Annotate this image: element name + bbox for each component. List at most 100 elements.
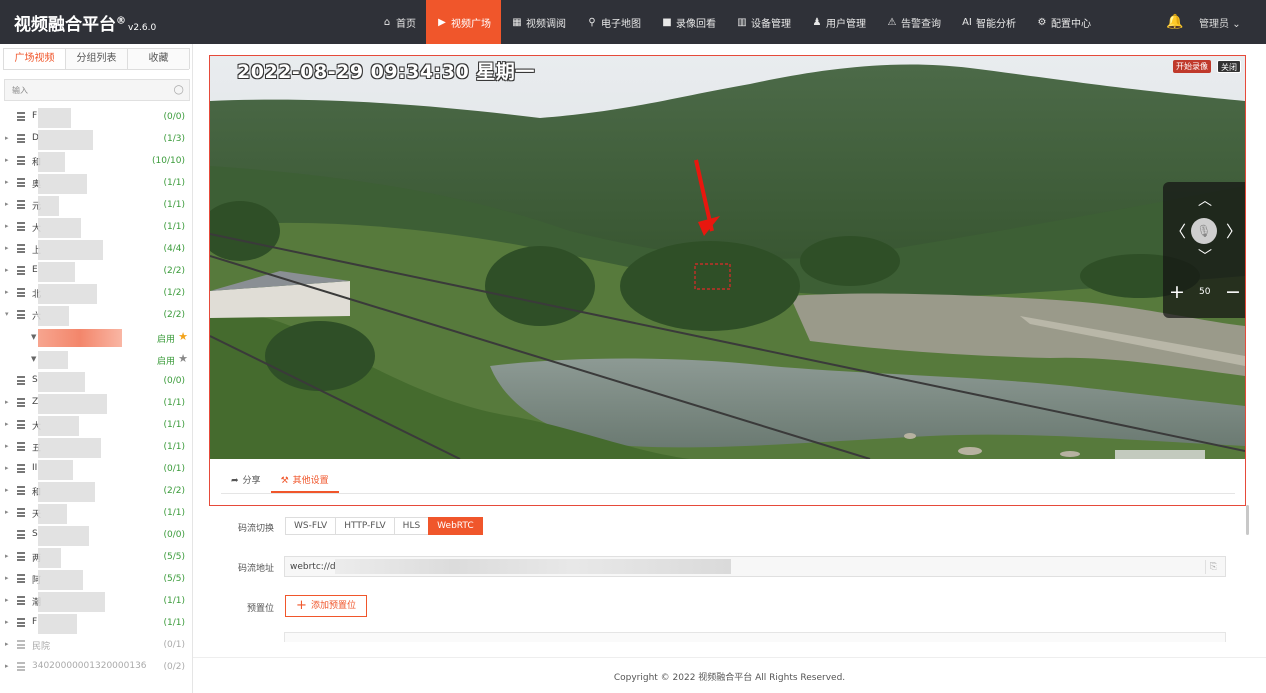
redacted-url xyxy=(335,559,731,574)
channel-item[interactable]: ▼ 启用 ★ xyxy=(0,327,192,349)
expand-arrow-icon[interactable]: ▸ xyxy=(5,596,9,604)
user-icon: ♟ xyxy=(812,16,822,28)
expand-arrow-icon[interactable]: ▸ xyxy=(5,398,9,406)
tree-node-name: F xyxy=(32,617,38,627)
expand-arrow-icon[interactable]: ▸ xyxy=(5,222,9,230)
stream-option-ws-flv[interactable]: WS-FLV xyxy=(285,517,337,535)
expand-arrow-icon[interactable]: ▸ xyxy=(5,266,9,274)
nav-item-4[interactable]: ■ 录像回看 xyxy=(651,0,726,44)
expand-arrow-icon[interactable]: ▸ xyxy=(5,178,9,186)
stream-option-hls[interactable]: HLS xyxy=(393,517,430,535)
ptz-right-icon[interactable]: 〉 xyxy=(1226,218,1242,242)
nav-item-1[interactable]: ▶ 视频广场 xyxy=(426,0,501,44)
tree-node[interactable]: ▸ E (2/2) xyxy=(0,261,192,283)
add-preset-button[interactable]: + 添加预置位 xyxy=(285,595,367,617)
star-icon[interactable]: ★ xyxy=(178,352,188,365)
tree-node[interactable]: F (0/0) xyxy=(0,107,192,129)
tree-node-count: (1/1) xyxy=(163,508,185,518)
tree-node[interactable]: S (0/0) xyxy=(0,525,192,547)
zoom-in-icon[interactable]: + xyxy=(1169,281,1185,303)
tree-node[interactable]: ▸ Z (1/1) xyxy=(0,393,192,415)
nav-item-6[interactable]: ♟ 用户管理 xyxy=(801,0,876,44)
tree-node[interactable]: ▸ 上 (4/4) xyxy=(0,239,192,261)
expand-arrow-icon[interactable]: ▸ xyxy=(5,640,9,648)
tree-node-name: 34020000001320000136 xyxy=(32,661,147,671)
expand-arrow-icon[interactable]: ▸ xyxy=(5,662,9,670)
play-circle-icon: ▶ xyxy=(438,16,446,28)
tree-node[interactable]: ▸ 奥 (1/1) xyxy=(0,173,192,195)
sidebar-tab-1[interactable]: 分组列表 xyxy=(65,48,128,69)
star-icon[interactable]: ★ xyxy=(178,330,188,343)
expand-arrow-icon[interactable]: ▸ xyxy=(5,420,9,428)
zoom-out-icon[interactable]: − xyxy=(1225,281,1241,303)
tree-node[interactable]: ▸ F (1/1) xyxy=(0,613,192,635)
device-group-icon xyxy=(17,508,25,517)
expand-arrow-icon[interactable]: ▸ xyxy=(5,552,9,560)
ptz-down-icon[interactable]: ﹀ xyxy=(1198,246,1212,266)
device-group-icon xyxy=(17,156,25,165)
tab-share[interactable]: ➦ 分享 xyxy=(221,470,271,493)
tree-node[interactable]: ▸ 五 (1/1) xyxy=(0,437,192,459)
tree-node-count: (1/1) xyxy=(163,222,185,232)
tree-node[interactable]: ▸ 大 (1/1) xyxy=(0,217,192,239)
nav-item-9[interactable]: ⚙ 配置中心 xyxy=(1026,0,1101,44)
tree-node-name: F xyxy=(32,111,38,121)
ptz-left-icon[interactable]: 〈 xyxy=(1170,218,1186,242)
sidebar-tab-0[interactable]: 广场视频 xyxy=(3,48,66,69)
tree-node[interactable]: ▸ 北 (1/2) xyxy=(0,283,192,305)
expand-arrow-icon[interactable]: ▸ xyxy=(5,574,9,582)
expand-arrow-icon[interactable]: ▸ xyxy=(5,134,9,142)
tree-node[interactable]: ▸ 和 (10/10) xyxy=(0,151,192,173)
channel-item[interactable]: ▼ 启用 ★ xyxy=(0,349,192,371)
preset-table-header xyxy=(284,632,1226,642)
expand-arrow-icon[interactable]: ▸ xyxy=(5,200,9,208)
nav-item-7[interactable]: ⚠ 告警查询 xyxy=(876,0,951,44)
tree-node[interactable]: ▸ 阿 (5/5) xyxy=(0,569,192,591)
main-scrollbar[interactable] xyxy=(1246,505,1249,535)
tab-other-settings[interactable]: ⚒ 其他设置 xyxy=(270,470,339,493)
expand-arrow-icon[interactable]: ▸ xyxy=(5,486,9,494)
tree-node[interactable]: ▸ D (1/3) xyxy=(0,129,192,151)
bell-icon[interactable]: 🔔 xyxy=(1166,14,1183,30)
expand-arrow-icon[interactable]: ▾ xyxy=(5,310,9,318)
tree-node[interactable]: ▸ 和 (2/2) xyxy=(0,481,192,503)
ptz-center-icon[interactable]: 🎙 xyxy=(1191,218,1217,244)
expand-arrow-icon[interactable]: ▸ xyxy=(5,288,9,296)
user-menu[interactable]: 管理员 ⌄ xyxy=(1199,15,1241,30)
search-icon[interactable]: ○ xyxy=(174,82,184,96)
stream-option-webrtc[interactable]: WebRTC xyxy=(428,517,483,535)
tree-node[interactable]: ▸ 34020000001320000136 (0/2) xyxy=(0,657,192,679)
ai-icon: AI xyxy=(962,16,972,28)
tree-node[interactable]: ▾ 六 (2/2) xyxy=(0,305,192,327)
expand-arrow-icon[interactable]: ▸ xyxy=(5,244,9,252)
search-input[interactable]: 输入 ○ xyxy=(4,79,190,101)
nav-item-2[interactable]: ▦ 视频调阅 xyxy=(501,0,576,44)
ptz-up-icon[interactable]: ︿ xyxy=(1198,190,1212,210)
expand-arrow-icon[interactable]: ▸ xyxy=(5,618,9,626)
tree-node[interactable]: ▸ 民院 (0/1) xyxy=(0,635,192,657)
app-logo[interactable]: 视频融合平台®v2.6.0 xyxy=(14,10,156,35)
stream-option-http-flv[interactable]: HTTP-FLV xyxy=(335,517,395,535)
nav-item-8[interactable]: AI 智能分析 xyxy=(951,0,1026,44)
nav-item-5[interactable]: ▥ 设备管理 xyxy=(726,0,801,44)
tree-node[interactable]: ▸ II (0/1) xyxy=(0,459,192,481)
tree-node[interactable]: ▸ 大 (1/1) xyxy=(0,415,192,437)
video-frame[interactable]: 2022-08-29 09:34:30 星期一 开始录像 关闭 ︿ 〈 🎙 〉 … xyxy=(210,56,1245,459)
stream-url-field[interactable]: webrtc://d ⎘ xyxy=(284,556,1226,577)
record-button[interactable]: 开始录像 xyxy=(1173,60,1211,73)
close-video-button[interactable]: 关闭 xyxy=(1217,60,1241,73)
tree-node[interactable]: ▸ 天 (1/1) xyxy=(0,503,192,525)
tree-node[interactable]: ▸ 潮 (1/1) xyxy=(0,591,192,613)
expand-arrow-icon[interactable]: ▸ xyxy=(5,156,9,164)
sidebar-tab-2[interactable]: 收藏 xyxy=(127,48,190,69)
copy-icon[interactable]: ⎘ xyxy=(1205,560,1221,574)
expand-arrow-icon[interactable]: ▸ xyxy=(5,442,9,450)
tree-node[interactable]: S (0/0) xyxy=(0,371,192,393)
nav-item-0[interactable]: ⌂ 首页 xyxy=(371,0,426,44)
nav-item-3[interactable]: ⚲ 电子地图 xyxy=(576,0,651,44)
expand-arrow-icon[interactable]: ▸ xyxy=(5,508,9,516)
expand-arrow-icon[interactable]: ▸ xyxy=(5,464,9,472)
tree-node[interactable]: ▸ 两 (5/5) xyxy=(0,547,192,569)
redacted-name xyxy=(38,372,85,392)
tree-node[interactable]: ▸ 元 (1/1) xyxy=(0,195,192,217)
